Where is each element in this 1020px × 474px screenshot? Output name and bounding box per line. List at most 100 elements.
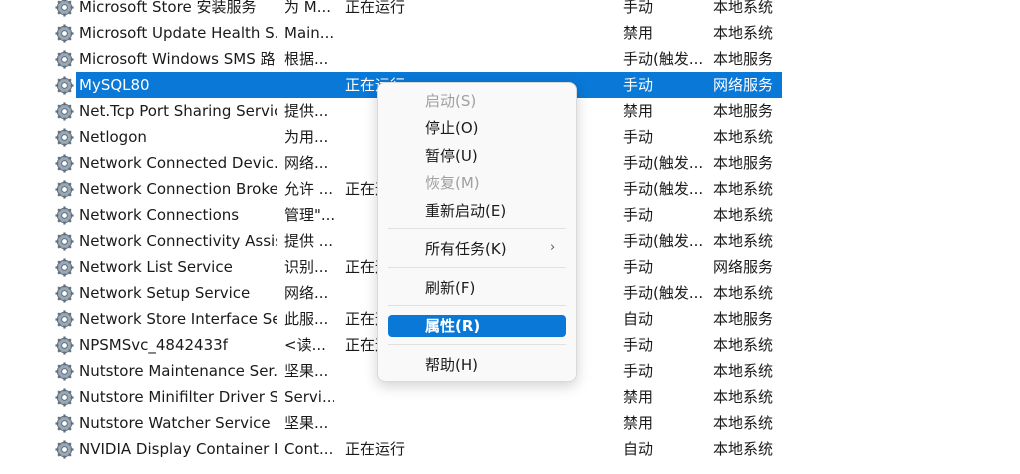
service-description: Cont... bbox=[284, 440, 334, 458]
menu-item-all-tasks[interactable]: 所有任务(K) › bbox=[388, 238, 566, 260]
gear-icon bbox=[55, 362, 74, 381]
service-startup-type: 手动(触发... bbox=[623, 232, 703, 250]
service-name: Network Connected Devic... bbox=[79, 154, 277, 172]
menu-item-label: 属性(R) bbox=[425, 317, 481, 335]
service-description: 坚果... bbox=[284, 414, 329, 432]
service-startup-type: 手动 bbox=[623, 76, 654, 94]
service-name: Net.Tcp Port Sharing Service bbox=[79, 102, 277, 120]
service-startup-type: 手动 bbox=[623, 336, 654, 354]
menu-separator bbox=[388, 305, 566, 306]
service-status: 正在运行 bbox=[345, 0, 406, 16]
service-startup-type: 禁用 bbox=[623, 24, 654, 42]
service-status: 正在运行 bbox=[345, 440, 406, 458]
service-log-on-as: 本地系统 bbox=[713, 336, 774, 354]
service-name: NVIDIA Display Container LS bbox=[79, 440, 277, 458]
service-startup-type: 禁用 bbox=[623, 388, 654, 406]
menu-item-label: 重新启动(E) bbox=[425, 202, 507, 220]
service-name: Microsoft Store 安装服务 bbox=[79, 0, 257, 16]
context-menu: 启动(S) 停止(O) 暂停(U) 恢复(M) 重新启动(E) 所有任务(K) … bbox=[377, 82, 577, 382]
service-description: 坚果... bbox=[284, 362, 329, 380]
service-description: <读... bbox=[284, 336, 326, 354]
menu-item-pause[interactable]: 暂停(U) bbox=[388, 145, 566, 167]
service-description: 提供 ... bbox=[284, 232, 334, 250]
menu-separator bbox=[388, 228, 566, 229]
menu-separator bbox=[388, 344, 566, 345]
service-name: Network Setup Service bbox=[79, 284, 251, 302]
service-name: Nutstore Watcher Service bbox=[79, 414, 271, 432]
menu-item-resume[interactable]: 恢复(M) bbox=[388, 172, 566, 194]
service-description: 此服... bbox=[284, 310, 329, 328]
service-startup-type: 自动 bbox=[623, 310, 654, 328]
service-log-on-as: 本地系统 bbox=[713, 180, 774, 198]
menu-item-label: 所有任务(K) bbox=[425, 240, 507, 258]
menu-item-label: 刷新(F) bbox=[425, 279, 476, 297]
gear-icon bbox=[55, 0, 74, 17]
service-startup-type: 手动(触发... bbox=[623, 180, 703, 198]
menu-item-label: 启动(S) bbox=[425, 92, 477, 110]
service-name: Microsoft Windows SMS 路... bbox=[79, 50, 277, 68]
service-log-on-as: 本地系统 bbox=[713, 388, 774, 406]
service-description: 网络... bbox=[284, 154, 329, 172]
service-log-on-as: 本地系统 bbox=[713, 0, 774, 16]
menu-item-start[interactable]: 启动(S) bbox=[388, 90, 566, 112]
service-name: Network Connections bbox=[79, 206, 240, 224]
service-name: Network List Service bbox=[79, 258, 233, 276]
service-log-on-as: 网络服务 bbox=[713, 258, 774, 276]
service-name: NPSMSvc_4842433f bbox=[79, 336, 228, 354]
service-row[interactable]: NVIDIA Display Container LS Cont... 正在运行… bbox=[0, 436, 1020, 462]
service-startup-type: 手动(触发... bbox=[623, 154, 703, 172]
service-row[interactable]: Microsoft Windows SMS 路... 根据... 手动(触发..… bbox=[0, 46, 1020, 72]
service-description: 识别... bbox=[284, 258, 329, 276]
menu-item-stop[interactable]: 停止(O) bbox=[388, 117, 566, 139]
service-row[interactable]: Microsoft Update Health S... Main... 禁用 … bbox=[0, 20, 1020, 46]
service-startup-type: 禁用 bbox=[623, 414, 654, 432]
service-name: Network Store Interface Se... bbox=[79, 310, 277, 328]
service-name: Nutstore Maintenance Ser... bbox=[79, 362, 277, 380]
chevron-right-icon: › bbox=[550, 240, 556, 255]
service-description bbox=[284, 72, 334, 98]
service-description: 允许 ... bbox=[284, 180, 334, 198]
gear-icon bbox=[55, 414, 74, 433]
service-row[interactable]: Nutstore Minifilter Driver S... Servi...… bbox=[0, 384, 1020, 410]
service-log-on-as: 本地服务 bbox=[713, 310, 774, 328]
gear-icon bbox=[55, 232, 74, 251]
service-description: 提供... bbox=[284, 102, 329, 120]
service-name: Network Connectivity Assis... bbox=[79, 232, 277, 250]
service-row[interactable]: Microsoft Store 安装服务 为 M... 正在运行 手动 本地系统 bbox=[0, 0, 1020, 20]
service-startup-type: 手动 bbox=[623, 362, 654, 380]
service-log-on-as: 网络服务 bbox=[713, 76, 774, 94]
service-description: 为用... bbox=[284, 128, 329, 146]
service-status bbox=[345, 384, 415, 410]
menu-item-restart[interactable]: 重新启动(E) bbox=[388, 200, 566, 222]
menu-item-label: 恢复(M) bbox=[425, 174, 480, 192]
service-log-on-as: 本地系统 bbox=[713, 24, 774, 42]
service-startup-type: 自动 bbox=[623, 440, 654, 458]
service-row[interactable]: Nutstore Watcher Service 坚果... 禁用 本地系统 bbox=[0, 410, 1020, 436]
service-startup-type: 手动 bbox=[623, 128, 654, 146]
gear-icon bbox=[55, 440, 74, 459]
gear-icon bbox=[55, 50, 74, 69]
service-description: Servi... bbox=[284, 388, 334, 406]
menu-item-help[interactable]: 帮助(H) bbox=[388, 354, 566, 376]
menu-item-label: 暂停(U) bbox=[425, 147, 478, 165]
gear-icon bbox=[55, 180, 74, 199]
menu-item-label: 帮助(H) bbox=[425, 356, 478, 374]
service-startup-type: 手动 bbox=[623, 0, 654, 16]
service-name: Network Connection Broker bbox=[79, 180, 277, 198]
service-startup-type: 禁用 bbox=[623, 102, 654, 120]
service-log-on-as: 本地系统 bbox=[713, 362, 774, 380]
service-log-on-as: 本地服务 bbox=[713, 50, 774, 68]
service-log-on-as: 本地系统 bbox=[713, 440, 774, 458]
service-log-on-as: 本地服务 bbox=[713, 102, 774, 120]
service-log-on-as: 本地系统 bbox=[713, 414, 774, 432]
menu-item-refresh[interactable]: 刷新(F) bbox=[388, 277, 566, 299]
menu-item-properties[interactable]: 属性(R) bbox=[388, 315, 566, 337]
menu-separator bbox=[388, 267, 566, 268]
gear-icon bbox=[55, 154, 74, 173]
service-status bbox=[345, 20, 415, 46]
gear-icon bbox=[55, 258, 74, 277]
service-name: Netlogon bbox=[79, 128, 147, 146]
service-description: Main... bbox=[284, 24, 334, 42]
service-startup-type: 手动 bbox=[623, 258, 654, 276]
service-startup-type: 手动(触发... bbox=[623, 284, 703, 302]
